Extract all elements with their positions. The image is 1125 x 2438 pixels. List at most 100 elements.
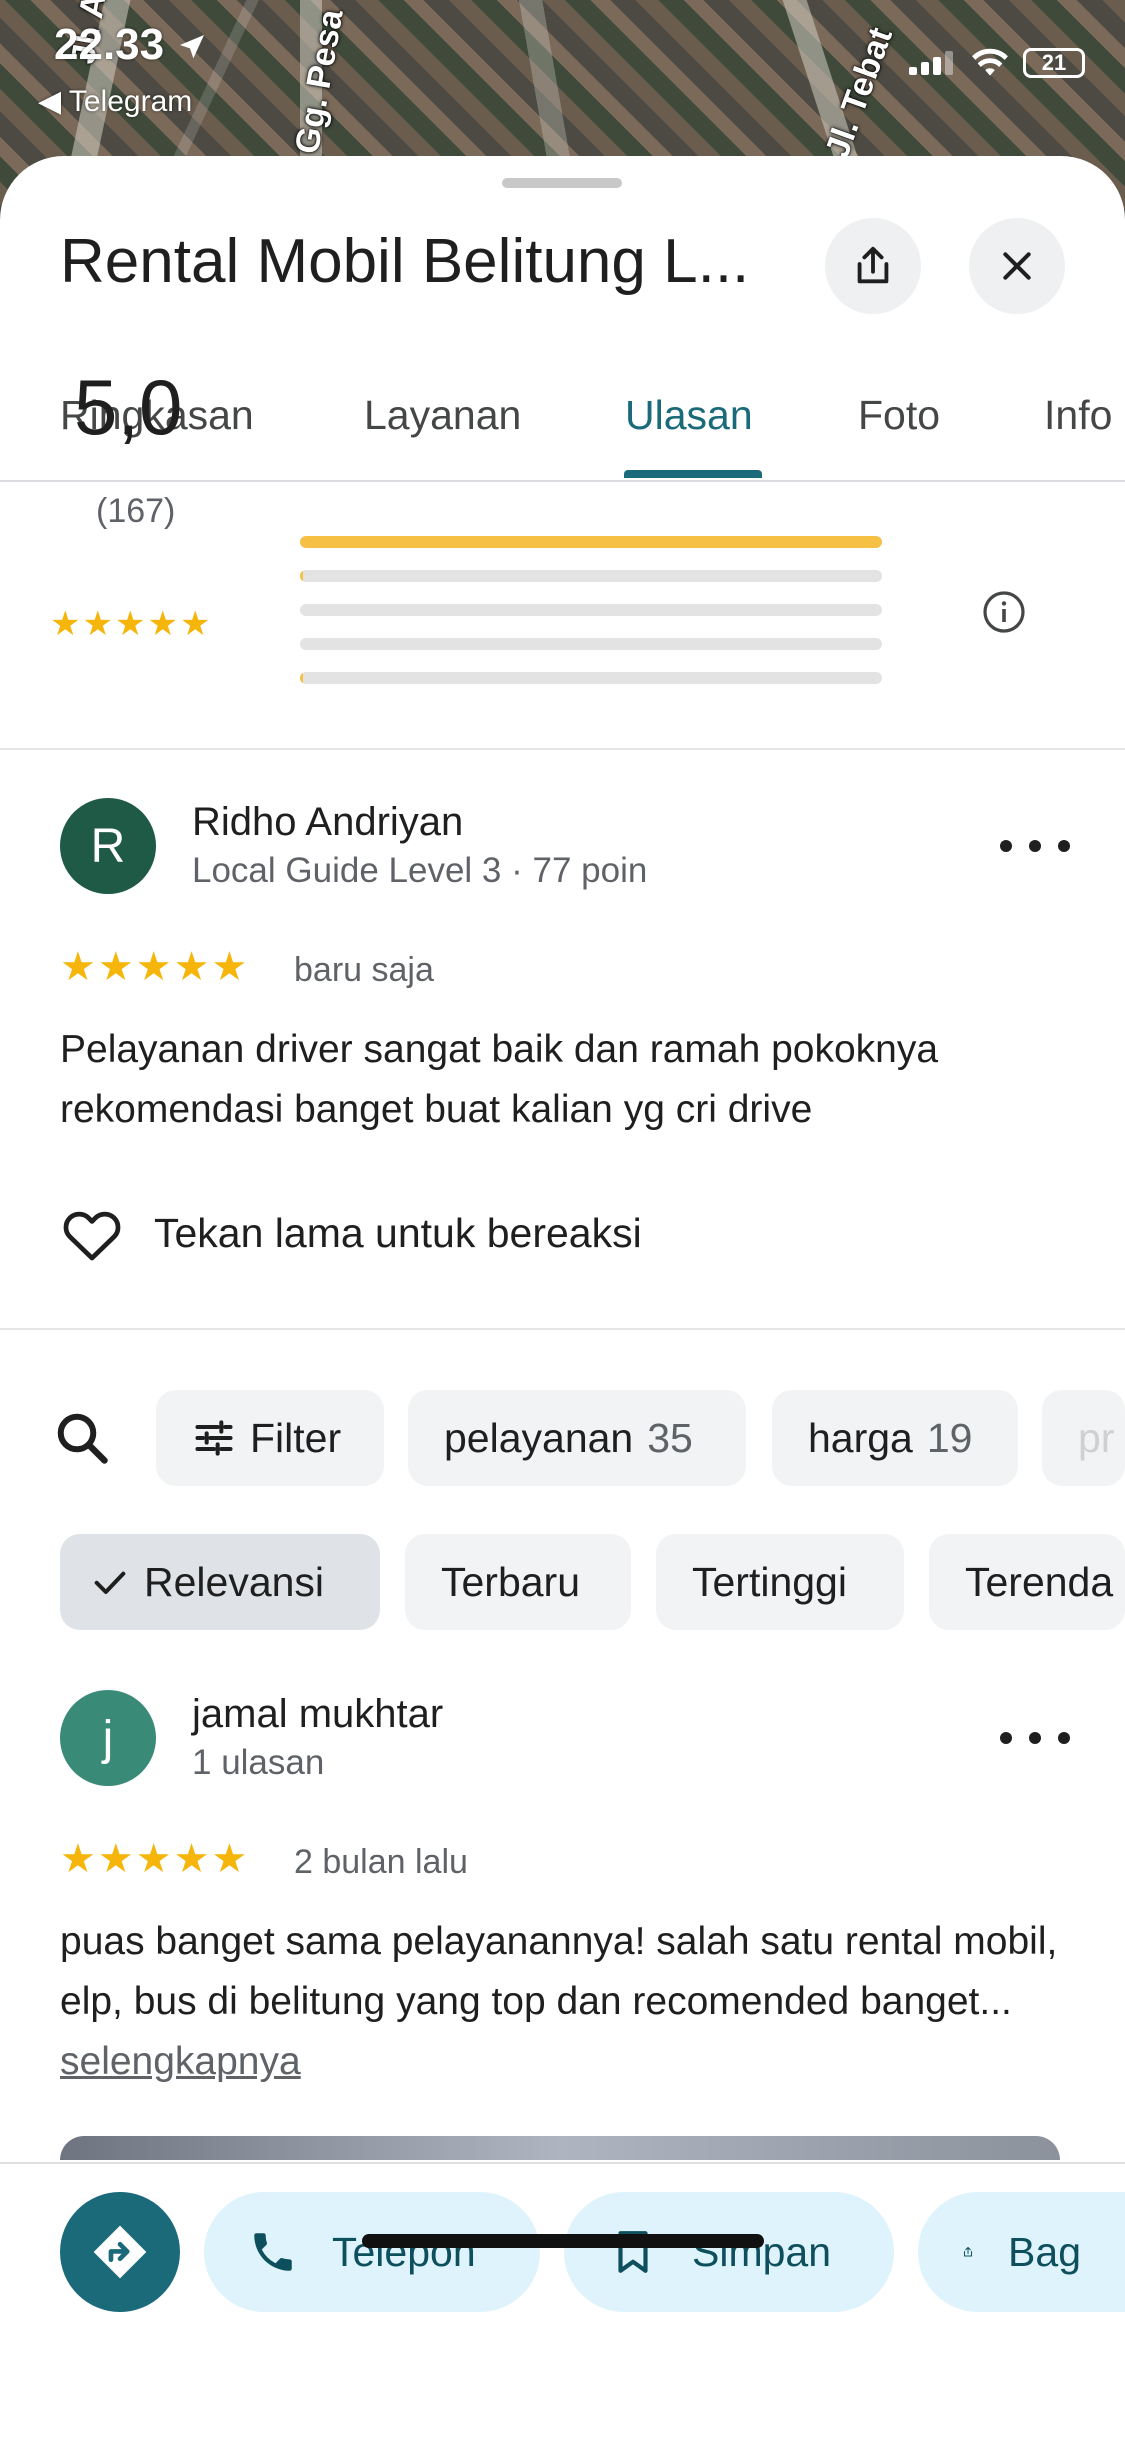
back-triangle-icon: ◀ — [38, 85, 62, 118]
avatar[interactable]: j — [60, 1690, 156, 1786]
star-icon: ★ — [60, 945, 96, 989]
react-label: Tekan lama untuk bereaksi — [154, 1209, 642, 1256]
reviewer-subtitle: Local Guide Level 3 · 77 poin — [192, 851, 648, 890]
rating-bar-5 — [300, 536, 882, 548]
filter-button[interactable]: Filter — [156, 1390, 384, 1486]
rating-bar-4 — [300, 570, 882, 582]
directions-icon — [93, 2225, 147, 2279]
star-icon: ★ — [135, 945, 172, 989]
sort-chip-terendah[interactable]: Terenda — [929, 1534, 1125, 1630]
reviewer-subtitle: 1 ulasan — [192, 1743, 325, 1782]
back-app-label: Telegram — [68, 85, 193, 118]
close-button[interactable] — [969, 218, 1065, 314]
review-stars: ★ ★ ★ ★ ★ — [60, 1836, 247, 1882]
avatar[interactable]: R — [60, 798, 156, 894]
chip-label: pelayanan — [444, 1414, 634, 1461]
directions-button[interactable] — [60, 2192, 180, 2312]
topic-chip-harga[interactable]: harga 19 — [772, 1390, 1018, 1486]
chip-label: Tertinggi — [692, 1558, 847, 1605]
filter-label: Filter — [250, 1414, 342, 1461]
heart-icon — [63, 1211, 121, 1261]
star-icon: ★ — [179, 605, 211, 643]
search-icon[interactable] — [52, 1408, 112, 1468]
star-icon: ★ — [147, 605, 178, 643]
review-time: 2 bulan lalu — [294, 1843, 468, 1881]
share-button[interactable] — [825, 218, 921, 314]
chip-count: 35 — [647, 1414, 693, 1461]
review-time: baru saja — [294, 951, 434, 989]
signal-icon — [909, 51, 957, 75]
status-time-text: 22.33 — [54, 20, 165, 69]
star-icon: ★ — [211, 1837, 248, 1881]
drag-handle[interactable] — [502, 178, 622, 188]
star-icon: ★ — [50, 605, 81, 643]
review-text-body: puas banget sama pelayanannya! salah sat… — [60, 1920, 1058, 2023]
read-more-link[interactable]: selengkapnya — [60, 2040, 301, 2083]
home-indicator[interactable] — [362, 2234, 764, 2248]
star-icon: ★ — [173, 1837, 210, 1881]
bottom-action-bar: Telepon Simpan Bag — [0, 2162, 1125, 2438]
chip-label: Terenda — [965, 1558, 1114, 1605]
reviewer-name[interactable]: jamal mukhtar — [192, 1692, 443, 1737]
call-button[interactable]: Telepon — [204, 2192, 540, 2312]
review-photo[interactable] — [60, 2136, 1060, 2160]
chip-count: 19 — [926, 1414, 973, 1461]
rating-score: 5,0 — [74, 363, 183, 451]
rating-bar-fill — [300, 536, 882, 548]
location-arrow-icon — [180, 35, 205, 59]
section-divider — [0, 748, 1125, 750]
more-options-button[interactable] — [1000, 1718, 1070, 1758]
active-tab-indicator — [624, 470, 762, 478]
star-icon: ★ — [135, 1837, 172, 1881]
share-icon — [857, 246, 889, 284]
info-icon[interactable] — [980, 588, 1028, 636]
chip-label: Terbaru — [441, 1558, 581, 1605]
sort-chip-relevansi[interactable]: Relevansi — [60, 1534, 380, 1630]
star-icon: ★ — [211, 945, 248, 989]
rating-bar-2 — [300, 638, 882, 650]
share-place-button[interactable]: Bag — [918, 2192, 1125, 2312]
chip-label: harga — [808, 1414, 913, 1461]
back-to-app-link[interactable]: ◀ Telegram — [38, 84, 192, 119]
chip-label: Relevansi — [144, 1558, 325, 1605]
star-icon: ★ — [60, 1837, 96, 1881]
share-icon — [964, 2246, 973, 2257]
section-divider — [0, 1328, 1125, 1330]
sort-chip-terbaru[interactable]: Terbaru — [405, 1534, 631, 1630]
review-text: Pelayanan driver sangat baik dan ramah p… — [60, 1028, 939, 1131]
status-time: 22.33 — [54, 20, 208, 70]
rating-count: (167) — [96, 492, 176, 530]
review-stars: ★ ★ ★ ★ ★ — [60, 944, 247, 990]
review-text: puas banget sama pelayanannya! salah sat… — [60, 1912, 1070, 2092]
topic-chip-partial[interactable]: pr — [1042, 1390, 1125, 1486]
tab-layanan[interactable]: Layanan — [364, 392, 521, 439]
check-icon — [94, 1571, 126, 1594]
star-icon: ★ — [82, 605, 113, 643]
share-label: Bag — [1008, 2228, 1081, 2275]
tab-ulasan[interactable]: Ulasan — [625, 392, 753, 439]
chip-label: pr — [1078, 1414, 1115, 1461]
star-icon: ★ — [114, 605, 146, 643]
status-indicators: 21 — [909, 48, 1085, 78]
phone-icon — [254, 2233, 292, 2271]
rating-bar-1 — [300, 672, 882, 684]
battery-indicator: 21 — [1023, 48, 1085, 78]
rating-bar-3 — [300, 604, 882, 616]
star-icon: ★ — [97, 945, 134, 989]
star-icon: ★ — [173, 945, 210, 989]
react-button[interactable]: Tekan lama untuk bereaksi — [60, 1204, 642, 1262]
wifi-icon — [972, 48, 1008, 76]
place-title: Rental Mobil Belitung L... — [60, 227, 750, 296]
tab-info[interactable]: Info — [1044, 392, 1112, 439]
map-street-label: Gg. Pesa — [288, 6, 351, 157]
more-options-button[interactable] — [1000, 826, 1070, 866]
close-icon — [1003, 252, 1031, 280]
rating-stars: ★ ★ ★ ★ ★ — [50, 604, 210, 644]
save-button[interactable]: Simpan — [564, 2192, 894, 2312]
tune-icon — [195, 1420, 233, 1456]
topic-chip-pelayanan[interactable]: pelayanan 35 — [408, 1390, 746, 1486]
reviewer-name[interactable]: Ridho Andriyan — [192, 800, 463, 845]
star-icon: ★ — [97, 1837, 134, 1881]
sort-chip-tertinggi[interactable]: Tertinggi — [656, 1534, 904, 1630]
tab-foto[interactable]: Foto — [858, 392, 940, 439]
